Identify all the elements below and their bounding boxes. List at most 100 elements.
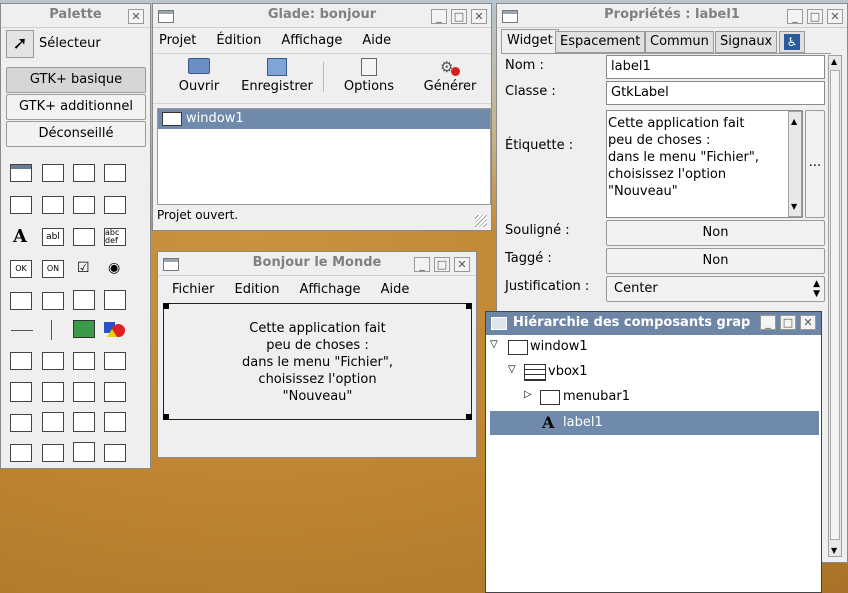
spinbutton-widget-icon[interactable]: [10, 292, 32, 310]
close-icon[interactable]: ✕: [471, 9, 487, 24]
menu-affichage[interactable]: Affichage: [299, 282, 360, 297]
hbuttonbox-widget-icon[interactable]: [10, 414, 32, 432]
window-widget-icon[interactable]: [10, 164, 32, 182]
menu-affichage[interactable]: Affichage: [281, 33, 342, 48]
iconview-widget-icon[interactable]: [104, 290, 126, 310]
entry-widget-icon[interactable]: abl: [42, 228, 64, 246]
color-shapes-widget-icon[interactable]: [104, 320, 126, 338]
minimize-icon[interactable]: _: [787, 9, 803, 24]
textarea-scrollbar[interactable]: ▲ ▼: [788, 111, 802, 217]
tab-signaux[interactable]: Signaux: [715, 31, 778, 53]
tab-espacement[interactable]: Espacement: [555, 31, 646, 53]
hseparator-widget-icon[interactable]: [11, 330, 33, 331]
preview-titlebar[interactable]: Bonjour le Monde _ □ ✕: [158, 252, 476, 276]
combo-widget-icon[interactable]: [42, 292, 64, 310]
dialog-on-widget-icon[interactable]: [42, 196, 64, 214]
minimize-icon[interactable]: _: [431, 9, 447, 24]
tree-row-window1[interactable]: ▽ window1: [490, 337, 810, 359]
scroll-up-icon[interactable]: ▲: [831, 57, 837, 66]
file-chooser-widget-icon[interactable]: [42, 352, 64, 370]
radio-dialog-widget-icon[interactable]: [73, 196, 95, 214]
minimize-icon[interactable]: _: [414, 257, 430, 272]
close-icon[interactable]: ✕: [800, 315, 816, 330]
slider-dialog-widget-icon[interactable]: [104, 196, 126, 214]
selection-handle[interactable]: [466, 303, 472, 309]
properties-scrollbar[interactable]: ▲ ▼: [828, 55, 842, 557]
tree-row-window1[interactable]: window1: [158, 109, 490, 129]
table-widget-icon[interactable]: [73, 382, 95, 402]
color-button-widget-icon[interactable]: [73, 352, 95, 370]
nom-field[interactable]: label1: [606, 55, 825, 79]
tagge-toggle[interactable]: Non: [606, 248, 825, 274]
tab-accessibility[interactable]: ♿: [779, 31, 805, 53]
expander-open-icon[interactable]: ▽: [490, 339, 498, 350]
font-button-widget-icon[interactable]: [104, 352, 126, 370]
expander-open-icon[interactable]: ▽: [508, 364, 516, 375]
menu-edition[interactable]: Edition: [235, 282, 280, 297]
menubar-widget-icon[interactable]: [42, 164, 64, 182]
selected-label-area[interactable]: Cette application fait peu de choses : d…: [163, 303, 472, 420]
maximize-icon[interactable]: □: [451, 9, 467, 24]
handlebox-widget-icon[interactable]: [104, 164, 126, 182]
dialog-ok-widget-icon[interactable]: [10, 196, 32, 214]
generate-button[interactable]: ⚙ Générer: [419, 58, 481, 94]
selector-tool[interactable]: ➚ Sélecteur: [6, 30, 146, 58]
radio-widget-icon[interactable]: ◉: [108, 260, 120, 276]
menu-aide[interactable]: Aide: [381, 282, 410, 297]
toolbar-widget-icon[interactable]: [73, 164, 95, 182]
group-gtk-basic[interactable]: GTK+ basique: [6, 67, 146, 93]
tree-widget-icon[interactable]: [73, 290, 95, 310]
close-icon[interactable]: ✕: [454, 257, 470, 272]
tab-widget[interactable]: Widget: [501, 29, 559, 54]
expander-closed-icon[interactable]: ▷: [524, 389, 532, 400]
viewport-widget-icon[interactable]: [104, 444, 126, 462]
hierarchy-titlebar[interactable]: Hiérarchie des composants grap _ □ ✕: [486, 312, 821, 335]
scroll-down-icon[interactable]: ▼: [791, 198, 797, 215]
properties-titlebar[interactable]: Propriétés : label1 _ □ ✕: [497, 4, 847, 28]
maximize-icon[interactable]: □: [807, 9, 823, 24]
menu-edition[interactable]: Édition: [216, 33, 261, 48]
menu-projet[interactable]: Projet: [159, 33, 196, 48]
souligne-toggle[interactable]: Non: [606, 220, 825, 246]
etiquette-textarea[interactable]: Cette application fait peu de choses : d…: [606, 110, 803, 218]
menu-fichier[interactable]: Fichier: [172, 282, 215, 297]
justification-select[interactable]: Center ▲ ▼: [606, 276, 825, 302]
calendar-widget-icon[interactable]: [10, 352, 32, 370]
open-button[interactable]: Ouvrir: [171, 58, 227, 94]
scrolled-window-widget-icon[interactable]: [73, 442, 95, 462]
tree-row-menubar1[interactable]: ▷ menubar1: [490, 387, 810, 409]
scroll-thumb[interactable]: [830, 70, 840, 540]
fixed-widget-icon[interactable]: [104, 382, 126, 402]
group-deprecated[interactable]: Déconseillé: [6, 121, 146, 147]
options-button[interactable]: Options: [339, 58, 399, 94]
tree-row-vbox1[interactable]: ▽ vbox1: [490, 362, 810, 384]
hbox-widget-icon[interactable]: [10, 382, 32, 402]
image-widget-icon[interactable]: [73, 320, 95, 338]
notebook-widget-icon[interactable]: [10, 444, 32, 462]
palette-titlebar[interactable]: Palette ✕: [1, 4, 150, 28]
scroll-down-icon[interactable]: ▼: [831, 546, 837, 555]
vbox-widget-icon[interactable]: [42, 382, 64, 402]
vseparator-widget-icon[interactable]: [51, 320, 52, 340]
selection-handle[interactable]: [163, 303, 169, 309]
label-widget-icon[interactable]: A: [13, 226, 27, 247]
save-button[interactable]: Enregistrer: [239, 58, 315, 94]
group-gtk-additional[interactable]: GTK+ additionnel: [6, 94, 146, 120]
button-ok-widget-icon[interactable]: OK: [10, 260, 32, 278]
selection-handle[interactable]: [163, 414, 169, 420]
tab-commun[interactable]: Commun: [645, 31, 714, 53]
resize-grip-icon[interactable]: [475, 215, 487, 227]
close-icon[interactable]: ✕: [128, 9, 144, 24]
frame-widget-icon[interactable]: [42, 444, 64, 462]
selection-handle[interactable]: [466, 414, 472, 420]
close-icon[interactable]: ✕: [827, 9, 843, 24]
text-abc-widget-icon[interactable]: abc def: [104, 228, 126, 246]
vpaned-widget-icon[interactable]: [104, 412, 126, 432]
toggle-on-widget-icon[interactable]: ON: [42, 260, 64, 278]
glade-titlebar[interactable]: Glade: bonjour _ □ ✕: [153, 4, 491, 28]
classe-field[interactable]: GtkLabel: [606, 81, 825, 105]
maximize-icon[interactable]: □: [434, 257, 450, 272]
minimize-icon[interactable]: _: [760, 315, 776, 330]
checkbox-widget-icon[interactable]: ☑: [77, 260, 90, 276]
scroll-up-icon[interactable]: ▲: [791, 113, 797, 130]
